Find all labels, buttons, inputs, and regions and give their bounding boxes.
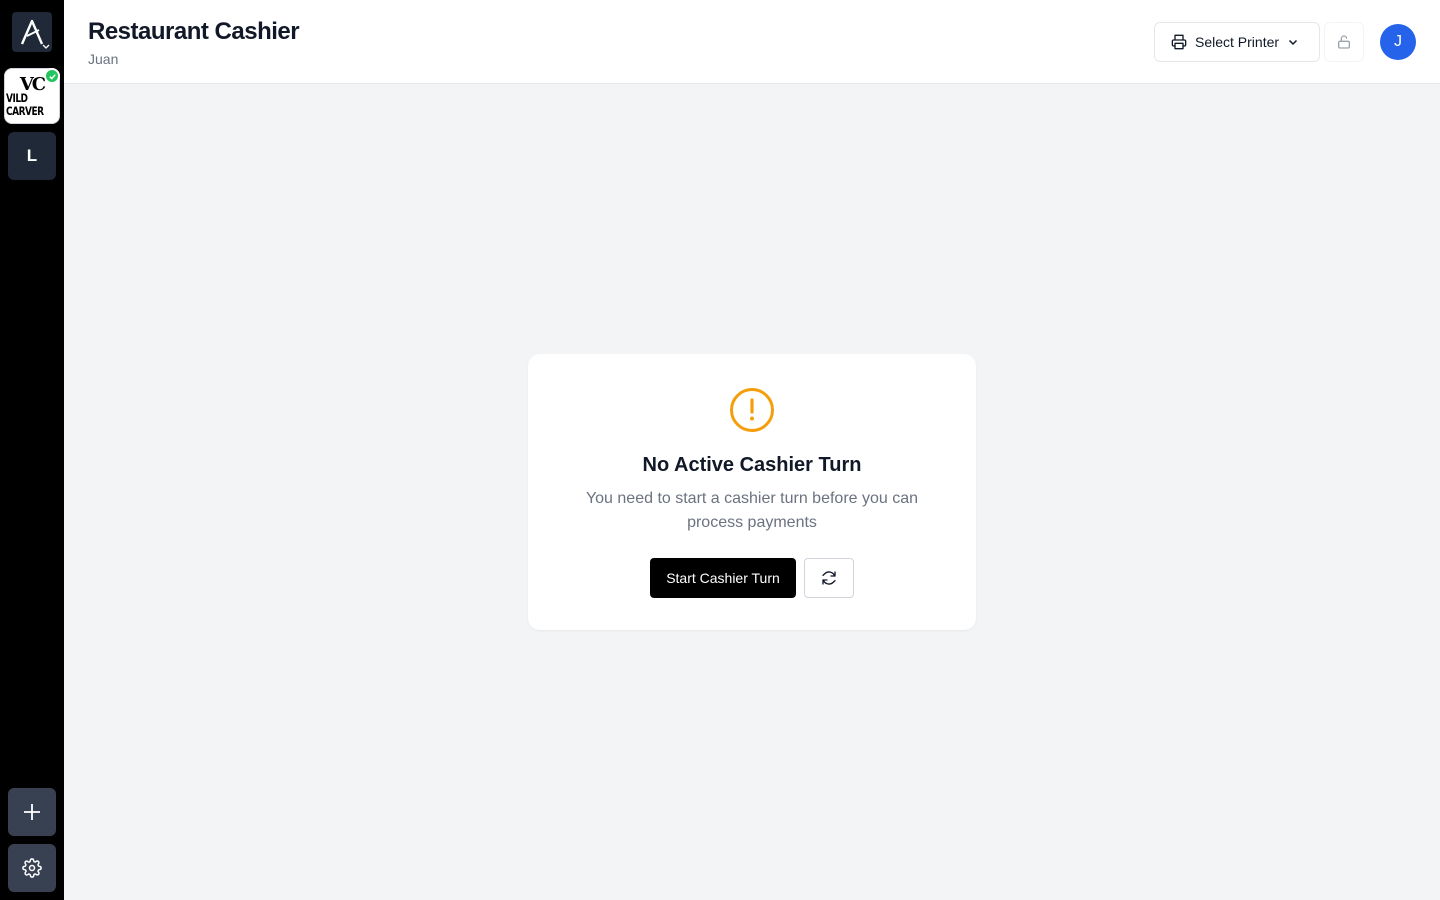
brand-name: VILD CARVER xyxy=(6,93,44,119)
app-logo-icon xyxy=(20,19,44,45)
empty-state-title: No Active Cashier Turn xyxy=(642,454,862,476)
chevron-down-icon xyxy=(42,44,50,49)
start-cashier-turn-button[interactable]: Start Cashier Turn xyxy=(650,558,796,598)
chevron-down-icon xyxy=(1289,39,1298,46)
plus-icon xyxy=(24,804,40,820)
check-icon xyxy=(48,73,56,80)
refresh-icon xyxy=(822,571,836,585)
settings-button[interactable] xyxy=(8,844,56,892)
gear-icon xyxy=(22,858,42,878)
lock-icon xyxy=(1338,35,1350,49)
active-badge xyxy=(44,68,60,84)
printer-icon xyxy=(1171,34,1187,50)
user-avatar[interactable]: J xyxy=(1380,24,1416,60)
workspace-brand[interactable]: VC VILD CARVER xyxy=(4,68,60,124)
top-header: Restaurant Cashier Juan Select Printer J xyxy=(64,0,1440,84)
workspace-l[interactable]: L xyxy=(8,132,56,180)
no-active-turn-card: No Active Cashier Turn You need to start… xyxy=(528,354,976,630)
brand-monogram: VC xyxy=(19,74,46,95)
left-rail: VC VILD CARVER L xyxy=(0,0,64,900)
printer-label: Select Printer xyxy=(1195,34,1280,50)
refresh-button[interactable] xyxy=(804,558,854,598)
page-title: Restaurant Cashier xyxy=(88,18,300,45)
app-switcher[interactable] xyxy=(12,12,52,52)
select-printer-button[interactable]: Select Printer xyxy=(1154,22,1320,62)
user-name: Juan xyxy=(88,51,119,67)
lock-button[interactable] xyxy=(1324,22,1364,62)
empty-state-message: You need to start a cashier turn before … xyxy=(585,490,919,531)
warning-circle-icon xyxy=(730,388,774,432)
add-workspace-button[interactable] xyxy=(8,788,56,836)
